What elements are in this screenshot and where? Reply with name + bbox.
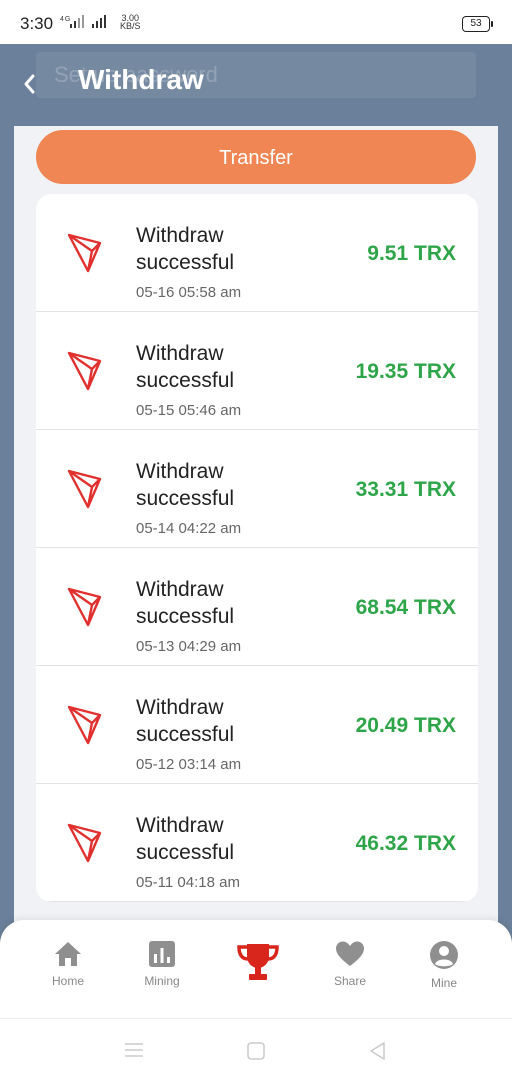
nav-share-label: Share xyxy=(333,974,367,988)
withdraw-row[interactable]: Withdraw successful 05-15 05:46 am 19.35… xyxy=(36,312,478,430)
back-system-button[interactable] xyxy=(368,1041,388,1066)
heart-icon xyxy=(336,941,364,966)
withdraw-amount: 9.51 TRX xyxy=(367,242,456,265)
withdraw-status: Withdraw successful xyxy=(136,224,235,274)
withdraw-row[interactable]: Withdraw successful 05-11 04:18 am 46.32… xyxy=(36,784,478,902)
nav-home[interactable]: Home xyxy=(28,940,108,988)
withdraw-amount: 20.49 TRX xyxy=(355,714,456,737)
menu-button[interactable] xyxy=(124,1041,144,1064)
trophy-icon xyxy=(237,944,279,980)
network-speed: 3.00 KB/S xyxy=(120,14,141,31)
nav-mine[interactable]: Mine xyxy=(404,940,484,990)
withdraw-status: Withdraw successful xyxy=(136,342,235,392)
svg-text:4G: 4G xyxy=(60,16,71,23)
withdraw-date: 05-14 04:22 am xyxy=(136,520,242,537)
app-header: Set up password Withdraw xyxy=(0,44,512,126)
withdraw-date: 05-13 04:29 am xyxy=(136,638,242,655)
withdraw-amount: 33.31 TRX xyxy=(355,478,456,501)
withdraw-date: 05-16 05:58 am xyxy=(136,284,242,301)
speed-unit: KB/S xyxy=(120,21,141,31)
withdraw-list: Withdraw successful 05-16 05:58 am 9.51 … xyxy=(36,194,478,902)
content-panel: Transfer Withdraw successful 05-16 05:58… xyxy=(14,126,498,946)
signal-icon: 4G xyxy=(60,14,112,33)
withdraw-amount: 19.35 TRX xyxy=(355,360,456,383)
tron-logo-icon xyxy=(67,233,102,273)
bottom-nav: Home Mining Share Mine xyxy=(0,920,512,1018)
nav-share[interactable]: Share xyxy=(310,940,390,988)
nav-mining[interactable]: Mining xyxy=(122,940,202,988)
battery-level: 53 xyxy=(470,18,482,29)
nav-home-label: Home xyxy=(51,974,84,988)
withdraw-status: Withdraw successful xyxy=(136,696,235,746)
tron-logo-icon xyxy=(67,823,102,863)
withdraw-row[interactable]: Withdraw successful 05-14 04:22 am 33.31… xyxy=(36,430,478,548)
nav-mining-label: Mining xyxy=(144,974,180,988)
tron-logo-icon xyxy=(67,705,102,745)
page-title: Withdraw xyxy=(78,64,204,95)
tron-logo-icon xyxy=(67,351,102,391)
status-time: 3:30 xyxy=(20,14,54,33)
home-icon xyxy=(55,942,81,966)
bar-chart-icon xyxy=(149,941,175,967)
withdraw-amount: 68.54 TRX xyxy=(355,596,456,619)
system-nav-bar xyxy=(0,1018,512,1081)
status-bar: 3:30 4G 3.00 KB/S 53 xyxy=(0,0,512,44)
withdraw-date: 05-15 05:46 am xyxy=(136,402,242,419)
withdraw-row[interactable]: Withdraw successful 05-12 03:14 am 20.49… xyxy=(36,666,478,784)
triangle-back-icon xyxy=(370,1042,385,1060)
user-icon xyxy=(430,941,458,969)
withdraw-date: 05-11 04:18 am xyxy=(136,874,240,891)
nav-trophy[interactable] xyxy=(218,940,298,990)
tron-logo-icon xyxy=(67,587,102,627)
transfer-button[interactable]: Transfer xyxy=(36,130,476,184)
menu-icon xyxy=(125,1043,143,1057)
withdraw-status: Withdraw successful xyxy=(136,460,235,510)
square-icon xyxy=(247,1042,265,1060)
chevron-left-icon xyxy=(24,74,35,94)
withdraw-amount: 46.32 TRX xyxy=(355,832,456,855)
withdraw-row[interactable]: Withdraw successful 05-13 04:29 am 68.54… xyxy=(36,548,478,666)
withdraw-date: 05-12 03:14 am xyxy=(136,756,242,773)
battery-icon: 53 xyxy=(462,16,493,32)
withdraw-row[interactable]: Withdraw successful 05-16 05:58 am 9.51 … xyxy=(36,194,478,312)
tron-logo-icon xyxy=(67,469,102,509)
nav-mine-label: Mine xyxy=(430,976,457,990)
withdraw-status: Withdraw successful xyxy=(136,814,235,864)
withdraw-status: Withdraw successful xyxy=(136,578,235,628)
back-button[interactable] xyxy=(14,66,44,102)
home-system-button[interactable] xyxy=(246,1041,266,1066)
